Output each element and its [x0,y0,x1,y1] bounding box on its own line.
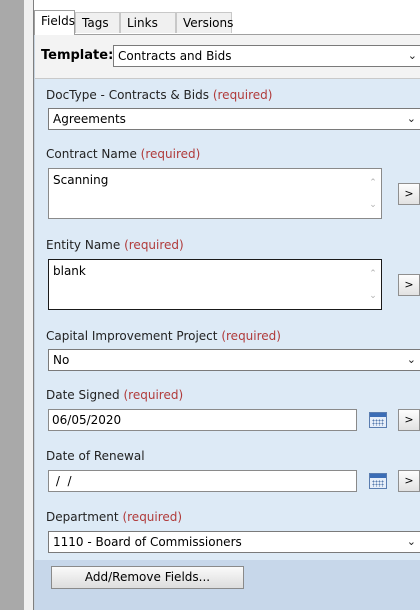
date-signed-input[interactable]: 06/05/2020 [48,409,357,431]
entity-name-field[interactable]: blank ⌃ ⌄ [48,259,382,310]
required-marker: (required) [140,147,201,161]
capital-project-select[interactable]: No ⌄ [48,349,420,371]
fields-content: Template: Contracts and Bids ⌄ DocType -… [34,35,420,610]
calendar-icon[interactable] [369,473,387,489]
tab-bar: Fields Tags Links Versions [34,10,420,35]
properties-panel: Fields Tags Links Versions Template: Con… [33,0,420,610]
doctype-label: DocType - Contracts & Bids (required) [46,88,273,102]
tab-versions[interactable]: Versions [176,12,233,33]
splitter[interactable] [24,0,33,610]
chevron-down-icon: ⌄ [406,353,416,366]
contract-name-field[interactable]: Scanning ⌃ ⌄ [48,168,382,219]
doctype-value: Agreements [53,112,126,126]
capital-project-value: No [53,353,70,367]
chevron-down-icon: ⌄ [406,535,416,548]
template-label: Template: [41,48,114,63]
required-marker: (required) [212,88,273,102]
entity-name-lookup-button[interactable]: > [398,274,420,296]
scroll-arrows[interactable]: ⌃ ⌄ [367,172,379,216]
contract-name-label: Contract Name (required) [46,147,201,161]
left-pane-background [0,0,24,610]
capital-project-label: Capital Improvement Project (required) [46,329,281,343]
date-renewal-value: / / [52,474,72,488]
template-value: Contracts and Bids [118,49,232,63]
contract-name-lookup-button[interactable]: > [398,183,420,205]
required-marker: (required) [124,238,184,252]
date-signed-value: 06/05/2020 [52,413,122,427]
contract-name-value: Scanning [53,173,109,187]
department-select[interactable]: 1110 - Board of Commissioners ⌄ [48,531,420,553]
date-signed-button[interactable]: > [398,409,420,431]
date-renewal-input[interactable]: / / [48,470,357,492]
tab-tags[interactable]: Tags [75,12,120,33]
required-marker: (required) [123,388,184,402]
department-label: Department (required) [46,510,183,524]
date-renewal-button[interactable]: > [398,470,420,492]
tab-fields[interactable]: Fields [34,10,75,35]
template-bar: Template: Contracts and Bids ⌄ [35,35,420,79]
entity-name-value: blank [53,264,86,278]
date-renewal-label: Date of Renewal [46,449,145,463]
bottom-toolbar: Add/Remove Fields... [35,560,420,610]
entity-name-label: Entity Name (required) [46,238,184,252]
department-value: 1110 - Board of Commissioners [53,535,242,549]
template-select[interactable]: Contracts and Bids ⌄ [113,45,420,67]
scroll-arrows[interactable]: ⌃ ⌄ [367,263,379,307]
chevron-down-icon: ⌄ [407,49,417,62]
date-signed-label: Date Signed (required) [46,388,184,402]
tab-links[interactable]: Links [120,12,176,33]
add-remove-fields-button[interactable]: Add/Remove Fields... [51,566,244,589]
calendar-icon[interactable] [369,412,387,428]
required-marker: (required) [122,510,183,524]
doctype-select[interactable]: Agreements ⌄ [48,108,420,130]
required-marker: (required) [221,329,281,343]
chevron-down-icon: ⌄ [406,112,416,125]
